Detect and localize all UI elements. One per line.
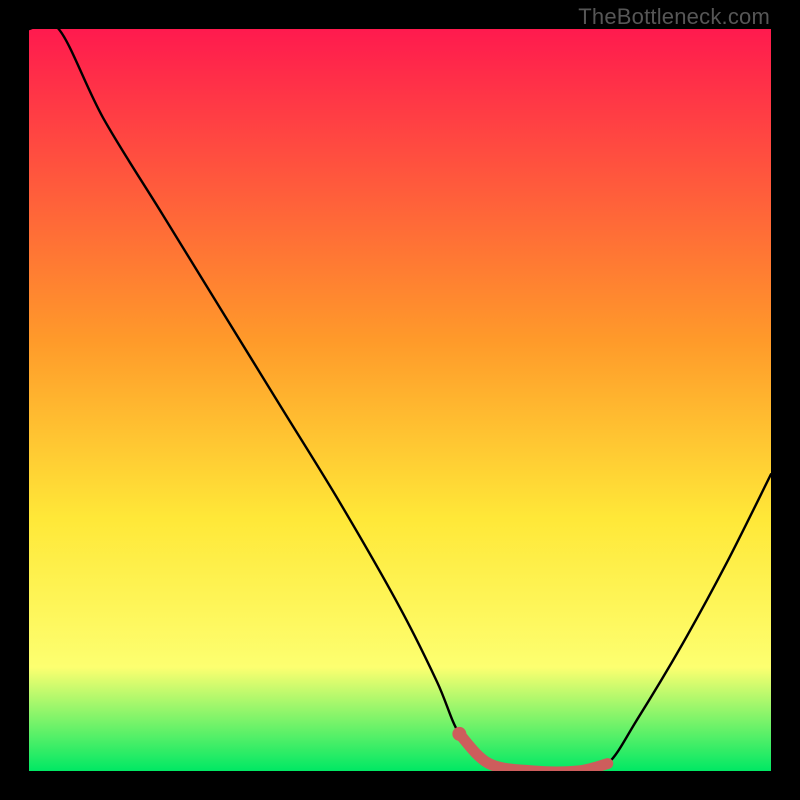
- optimal-start-marker: [452, 727, 466, 741]
- gradient-background: [29, 29, 771, 771]
- watermark-text: TheBottleneck.com: [578, 4, 770, 30]
- plot-area: [29, 29, 771, 771]
- chart-frame: TheBottleneck.com: [0, 0, 800, 800]
- plot-svg: [29, 29, 771, 771]
